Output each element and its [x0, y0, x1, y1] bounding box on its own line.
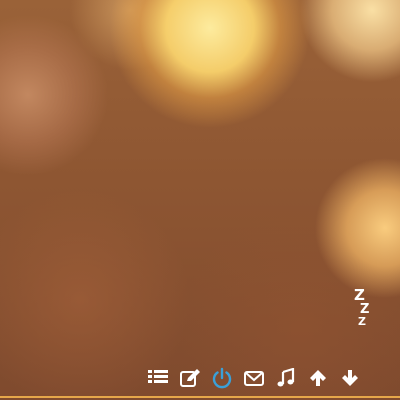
scroll-down-button[interactable]: [338, 366, 362, 390]
power-icon: [212, 367, 232, 389]
music-icon: [277, 368, 295, 387]
mail-icon: [244, 371, 264, 386]
edit-icon: [180, 369, 200, 387]
bottom-accent-line: [0, 396, 400, 398]
scroll-up-button[interactable]: [306, 366, 330, 390]
power-button[interactable]: [210, 366, 234, 390]
music-button[interactable]: [274, 366, 298, 390]
list-button[interactable]: [146, 366, 170, 390]
zzz-letter-3: Z: [358, 315, 366, 328]
sleep-mode-button[interactable]: Z Z Z: [318, 278, 382, 344]
bottom-toolbar: [146, 364, 362, 392]
moon-zzz-icon: Z Z Z: [325, 282, 378, 343]
edit-button[interactable]: [178, 366, 202, 390]
arrow-down-icon: [342, 370, 358, 386]
list-icon: [148, 370, 168, 383]
mail-button[interactable]: [242, 366, 266, 390]
desktop-screen: Z Z Z: [0, 0, 400, 400]
arrow-up-icon: [310, 370, 326, 386]
